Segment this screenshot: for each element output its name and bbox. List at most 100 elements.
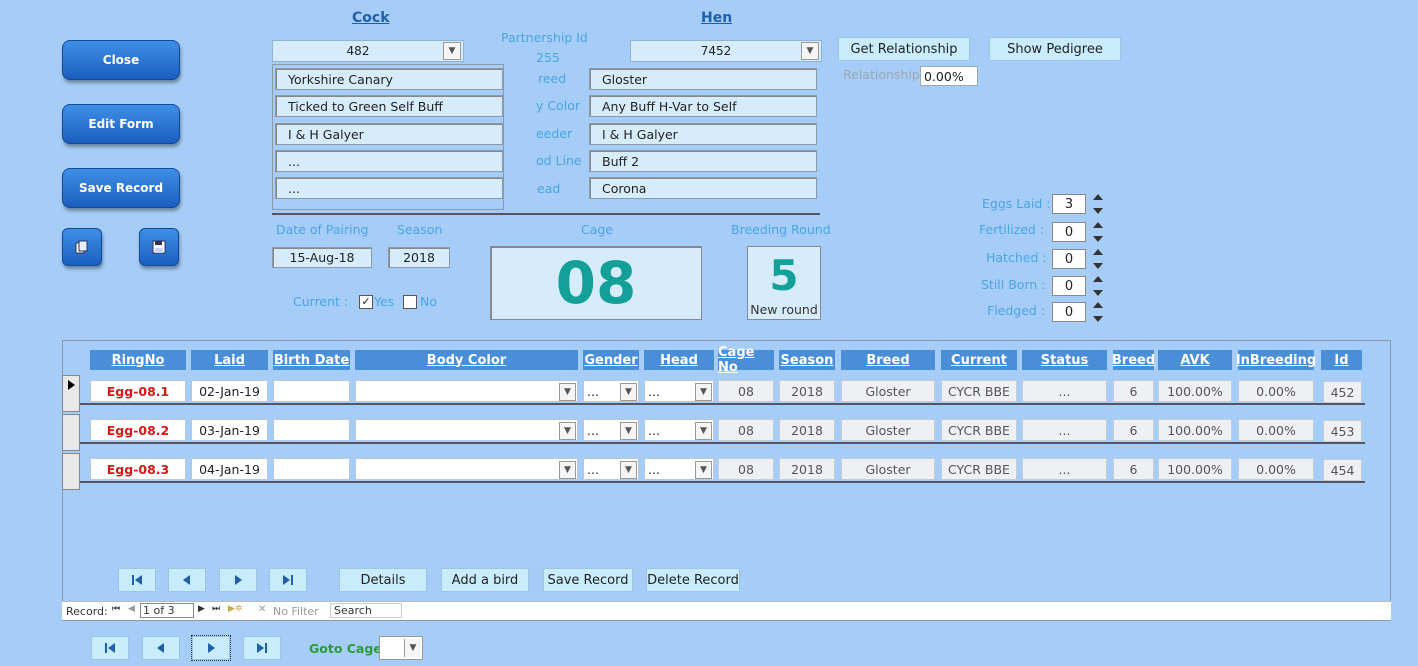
prev-cage-button[interactable] <box>142 636 180 660</box>
show-pedigree-button[interactable]: Show Pedigree <box>989 37 1121 61</box>
cock-title[interactable]: Cock <box>352 10 390 26</box>
next-record-button[interactable] <box>219 568 257 592</box>
delete-record-button[interactable]: Delete Record <box>646 568 740 592</box>
no-filter-label[interactable]: No Filter <box>273 605 319 618</box>
ringno-cell[interactable]: Egg-08.2 <box>90 419 186 441</box>
relationship-value[interactable]: 0.00% <box>920 66 978 86</box>
chevron-down-icon[interactable]: ▼ <box>443 42 461 60</box>
hen-head-field[interactable]: Corona <box>589 177 817 199</box>
fertilized-spinner[interactable] <box>1090 222 1106 242</box>
col-current[interactable]: Current <box>941 350 1017 370</box>
col-birth-date[interactable]: Birth Date <box>273 350 350 370</box>
prev-record-button[interactable] <box>168 568 206 592</box>
col-inbreeding[interactable]: InBreeding <box>1236 350 1316 370</box>
chevron-down-icon[interactable]: ▼ <box>559 383 576 401</box>
laid-cell[interactable]: 04-Jan-19 <box>191 458 268 480</box>
last-cage-button[interactable] <box>243 636 281 660</box>
body-color-cell[interactable]: ▼ <box>355 458 578 480</box>
cock-color-field[interactable]: Ticked to Green Self Buff <box>275 95 503 117</box>
subform-save-record-button[interactable]: Save Record <box>543 568 633 592</box>
chevron-down-icon[interactable]: ▼ <box>695 422 712 440</box>
prev-record-icon[interactable]: ◀ <box>128 604 135 614</box>
head-cell[interactable]: ... ▼ <box>644 380 714 402</box>
add-bird-button[interactable]: Add a bird <box>441 568 529 592</box>
yes-checkbox[interactable]: ✓ <box>359 295 373 309</box>
chevron-down-icon[interactable]: ▼ <box>620 461 637 479</box>
hen-bloodline-field[interactable]: Buff 2 <box>589 150 817 172</box>
chevron-down-icon[interactable]: ▼ <box>559 422 576 440</box>
record-position-field[interactable]: 1 of 3 <box>140 603 194 618</box>
head-cell[interactable]: ... ▼ <box>644 419 714 441</box>
filter-icon[interactable]: ✕ <box>258 604 266 615</box>
hen-title[interactable]: Hen <box>701 10 732 26</box>
hatched-spinner[interactable] <box>1090 249 1106 269</box>
chevron-down-icon[interactable]: ▼ <box>695 461 712 479</box>
cock-breed-field[interactable]: Yorkshire Canary <box>275 68 503 90</box>
still-born-field[interactable]: 0 <box>1052 276 1086 296</box>
hen-breeder-field[interactable]: I & H Galyer <box>589 123 817 145</box>
new-record-icon[interactable]: ▶✲ <box>228 604 242 614</box>
fertilized-field[interactable]: 0 <box>1052 222 1086 242</box>
row-selector[interactable] <box>62 375 80 412</box>
birth-date-cell[interactable] <box>273 380 350 402</box>
cock-breeder-field[interactable]: I & H Galyer <box>275 123 503 145</box>
get-relationship-button[interactable]: Get Relationship <box>838 37 970 61</box>
birth-date-cell[interactable] <box>273 419 350 441</box>
gender-cell[interactable]: ... ▼ <box>583 380 639 402</box>
save-record-button[interactable]: Save Record <box>62 168 180 208</box>
col-body-color[interactable]: Body Color <box>355 350 578 370</box>
head-cell[interactable]: ... ▼ <box>644 458 714 480</box>
col-status[interactable]: Status <box>1022 350 1107 370</box>
first-record-button[interactable] <box>118 568 156 592</box>
hatched-field[interactable]: 0 <box>1052 249 1086 269</box>
edit-form-button[interactable]: Edit Form <box>62 104 180 144</box>
col-avk[interactable]: AVK <box>1158 350 1232 370</box>
chevron-down-icon[interactable]: ▼ <box>620 422 637 440</box>
col-breed-num[interactable]: Breed <box>1112 350 1155 370</box>
details-button[interactable]: Details <box>339 568 427 592</box>
date-of-pairing-field[interactable]: 15-Aug-18 <box>272 247 372 268</box>
hen-breed-field[interactable]: Gloster <box>589 68 817 90</box>
cock-select[interactable]: 482 ▼ <box>272 40 464 62</box>
eggs-laid-field[interactable]: 3 <box>1052 194 1086 214</box>
gender-cell[interactable]: ... ▼ <box>583 458 639 480</box>
no-checkbox[interactable] <box>403 295 417 309</box>
body-color-cell[interactable]: ▼ <box>355 380 578 402</box>
chevron-down-icon[interactable]: ▼ <box>801 42 819 60</box>
eggs-laid-spinner[interactable] <box>1090 194 1106 214</box>
fledged-field[interactable]: 0 <box>1052 302 1086 322</box>
ringno-cell[interactable]: Egg-08.3 <box>90 458 186 480</box>
col-laid[interactable]: Laid <box>191 350 268 370</box>
col-id[interactable]: Id <box>1321 350 1362 370</box>
col-breed[interactable]: Breed <box>841 350 935 370</box>
birth-date-cell[interactable] <box>273 458 350 480</box>
hen-select[interactable]: 7452 ▼ <box>630 40 822 62</box>
hen-color-field[interactable]: Any Buff H-Var to Self <box>589 95 817 117</box>
chevron-down-icon[interactable]: ▼ <box>620 383 637 401</box>
next-record-icon[interactable]: ▶ <box>198 604 205 614</box>
ringno-cell[interactable]: Egg-08.1 <box>90 380 186 402</box>
cock-bloodline-field[interactable]: ... <box>275 150 503 172</box>
search-field[interactable]: Search <box>330 603 402 618</box>
laid-cell[interactable]: 02-Jan-19 <box>191 380 268 402</box>
col-head[interactable]: Head <box>644 350 714 370</box>
save-disk-button[interactable] <box>139 228 179 266</box>
goto-cage-select[interactable]: ▼ <box>379 636 423 660</box>
copy-button[interactable] <box>62 228 102 266</box>
first-cage-button[interactable] <box>91 636 129 660</box>
chevron-down-icon[interactable]: ▼ <box>404 639 421 657</box>
laid-cell[interactable]: 03-Jan-19 <box>191 419 268 441</box>
col-cage-no[interactable]: Cage No <box>718 345 774 375</box>
col-season[interactable]: Season <box>779 350 835 370</box>
close-button[interactable]: Close <box>62 40 180 80</box>
row-selector[interactable] <box>62 453 80 490</box>
still-born-spinner[interactable] <box>1090 276 1106 296</box>
chevron-down-icon[interactable]: ▼ <box>695 383 712 401</box>
chevron-down-icon[interactable]: ▼ <box>559 461 576 479</box>
col-gender[interactable]: Gender <box>583 350 639 370</box>
cock-head-field[interactable]: ... <box>275 177 503 199</box>
season-field[interactable]: 2018 <box>388 247 450 268</box>
next-cage-button[interactable] <box>191 635 231 661</box>
last-record-button[interactable] <box>269 568 307 592</box>
fledged-spinner[interactable] <box>1090 302 1106 322</box>
